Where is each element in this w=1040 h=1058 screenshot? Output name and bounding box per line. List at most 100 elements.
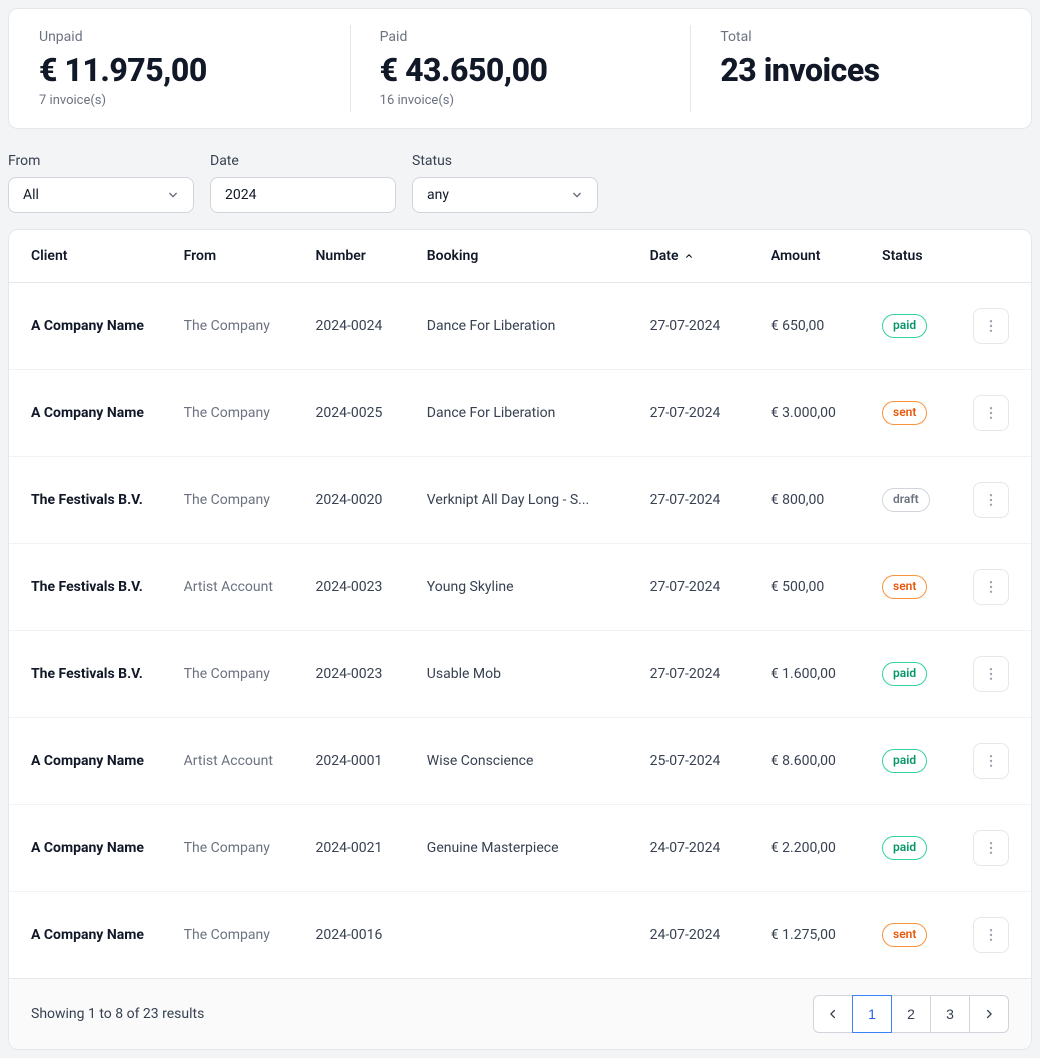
cell-booking (415, 892, 638, 979)
header-actions (961, 230, 1031, 283)
cell-date: 27-07-2024 (638, 631, 759, 718)
dots-vertical-icon (983, 666, 999, 682)
cell-actions (961, 805, 1031, 892)
summary-paid: Paid € 43.650,00 16 invoice(s) (350, 9, 691, 128)
cell-actions (961, 370, 1031, 457)
filter-status-group: Status any (412, 153, 598, 213)
cell-client: The Festivals B.V. (9, 457, 172, 544)
filters: From All Date 2024 Status any (8, 153, 1032, 213)
row-actions-button[interactable] (973, 743, 1009, 779)
cell-number: 2024-0023 (304, 544, 415, 631)
pagination-page-button[interactable]: 3 (930, 995, 970, 1033)
table-row[interactable]: A Company NameThe Company2024-001624-07-… (9, 892, 1031, 979)
header-number[interactable]: Number (304, 230, 415, 283)
table-row[interactable]: The Festivals B.V.Artist Account2024-002… (9, 544, 1031, 631)
row-actions-button[interactable] (973, 395, 1009, 431)
chevron-right-icon (982, 1007, 996, 1021)
cell-number: 2024-0023 (304, 631, 415, 718)
summary-unpaid-value: € 11.975,00 (39, 51, 320, 89)
filter-date-value: 2024 (225, 187, 256, 203)
pagination: 123 (813, 995, 1009, 1033)
cell-from: Artist Account (172, 544, 304, 631)
summary-paid-sub: 16 invoice(s) (380, 93, 661, 108)
cell-date: 25-07-2024 (638, 718, 759, 805)
table-row[interactable]: The Festivals B.V.The Company2024-0020Ve… (9, 457, 1031, 544)
row-actions-button[interactable] (973, 917, 1009, 953)
header-amount[interactable]: Amount (759, 230, 870, 283)
filter-date-input[interactable]: 2024 (210, 177, 396, 213)
cell-amount: € 2.200,00 (759, 805, 870, 892)
pagination-page-button[interactable]: 1 (852, 995, 892, 1033)
pagination-page-button[interactable]: 2 (891, 995, 931, 1033)
cell-booking: Usable Mob (415, 631, 638, 718)
summary-unpaid-label: Unpaid (39, 29, 320, 45)
cell-date: 27-07-2024 (638, 283, 759, 370)
table-row[interactable]: A Company NameThe Company2024-0021Genuin… (9, 805, 1031, 892)
filter-date-group: Date 2024 (210, 153, 396, 213)
chevron-left-icon (826, 1007, 840, 1021)
header-status[interactable]: Status (870, 230, 961, 283)
cell-client: A Company Name (9, 892, 172, 979)
table-row[interactable]: A Company NameArtist Account2024-0001Wis… (9, 718, 1031, 805)
table-row[interactable]: A Company NameThe Company2024-0024Dance … (9, 283, 1031, 370)
row-actions-button[interactable] (973, 830, 1009, 866)
cell-client: The Festivals B.V. (9, 544, 172, 631)
table-row[interactable]: A Company NameThe Company2024-0025Dance … (9, 370, 1031, 457)
cell-amount: € 800,00 (759, 457, 870, 544)
cell-booking: Genuine Masterpiece (415, 805, 638, 892)
cell-from: Artist Account (172, 718, 304, 805)
cell-amount: € 1.600,00 (759, 631, 870, 718)
cell-from: The Company (172, 457, 304, 544)
header-date-label: Date (650, 248, 679, 264)
dots-vertical-icon (983, 405, 999, 421)
header-client[interactable]: Client (9, 230, 172, 283)
dots-vertical-icon (983, 840, 999, 856)
row-actions-button[interactable] (973, 656, 1009, 692)
cell-client: A Company Name (9, 283, 172, 370)
row-actions-button[interactable] (973, 482, 1009, 518)
filter-from-select[interactable]: All (8, 177, 194, 213)
summary-unpaid-sub: 7 invoice(s) (39, 93, 320, 108)
cell-status: paid (870, 718, 961, 805)
cell-booking: Dance For Liberation (415, 370, 638, 457)
cell-client: A Company Name (9, 370, 172, 457)
header-date[interactable]: Date (638, 230, 759, 283)
row-actions-button[interactable] (973, 569, 1009, 605)
row-actions-button[interactable] (973, 308, 1009, 344)
table-row[interactable]: The Festivals B.V.The Company2024-0023Us… (9, 631, 1031, 718)
cell-actions (961, 892, 1031, 979)
cell-from: The Company (172, 805, 304, 892)
summary-total: Total 23 invoices (690, 9, 1031, 128)
cell-status: sent (870, 892, 961, 979)
status-badge: paid (882, 749, 927, 773)
cell-number: 2024-0024 (304, 283, 415, 370)
pagination-next-button[interactable] (969, 995, 1009, 1033)
cell-number: 2024-0001 (304, 718, 415, 805)
pagination-prev-button[interactable] (813, 995, 853, 1033)
cell-amount: € 3.000,00 (759, 370, 870, 457)
summary-unpaid: Unpaid € 11.975,00 7 invoice(s) (9, 9, 350, 128)
filter-status-value: any (427, 187, 449, 203)
cell-from: The Company (172, 631, 304, 718)
cell-from: The Company (172, 892, 304, 979)
header-booking[interactable]: Booking (415, 230, 638, 283)
dots-vertical-icon (983, 579, 999, 595)
filter-date-label: Date (210, 153, 396, 169)
cell-amount: € 8.600,00 (759, 718, 870, 805)
table-footer: Showing 1 to 8 of 23 results 123 (9, 978, 1031, 1049)
cell-status: sent (870, 370, 961, 457)
invoices-table-card: Client From Number Booking Date Amount S… (8, 229, 1032, 1050)
invoices-table: Client From Number Booking Date Amount S… (9, 230, 1031, 978)
cell-date: 27-07-2024 (638, 544, 759, 631)
header-from[interactable]: From (172, 230, 304, 283)
status-badge: paid (882, 662, 927, 686)
status-badge: sent (882, 923, 927, 947)
summary-card: Unpaid € 11.975,00 7 invoice(s) Paid € 4… (8, 8, 1032, 129)
summary-total-label: Total (720, 29, 1001, 45)
dots-vertical-icon (983, 492, 999, 508)
cell-date: 27-07-2024 (638, 370, 759, 457)
filter-status-select[interactable]: any (412, 177, 598, 213)
cell-client: A Company Name (9, 805, 172, 892)
cell-booking: Dance For Liberation (415, 283, 638, 370)
status-badge: paid (882, 836, 927, 860)
